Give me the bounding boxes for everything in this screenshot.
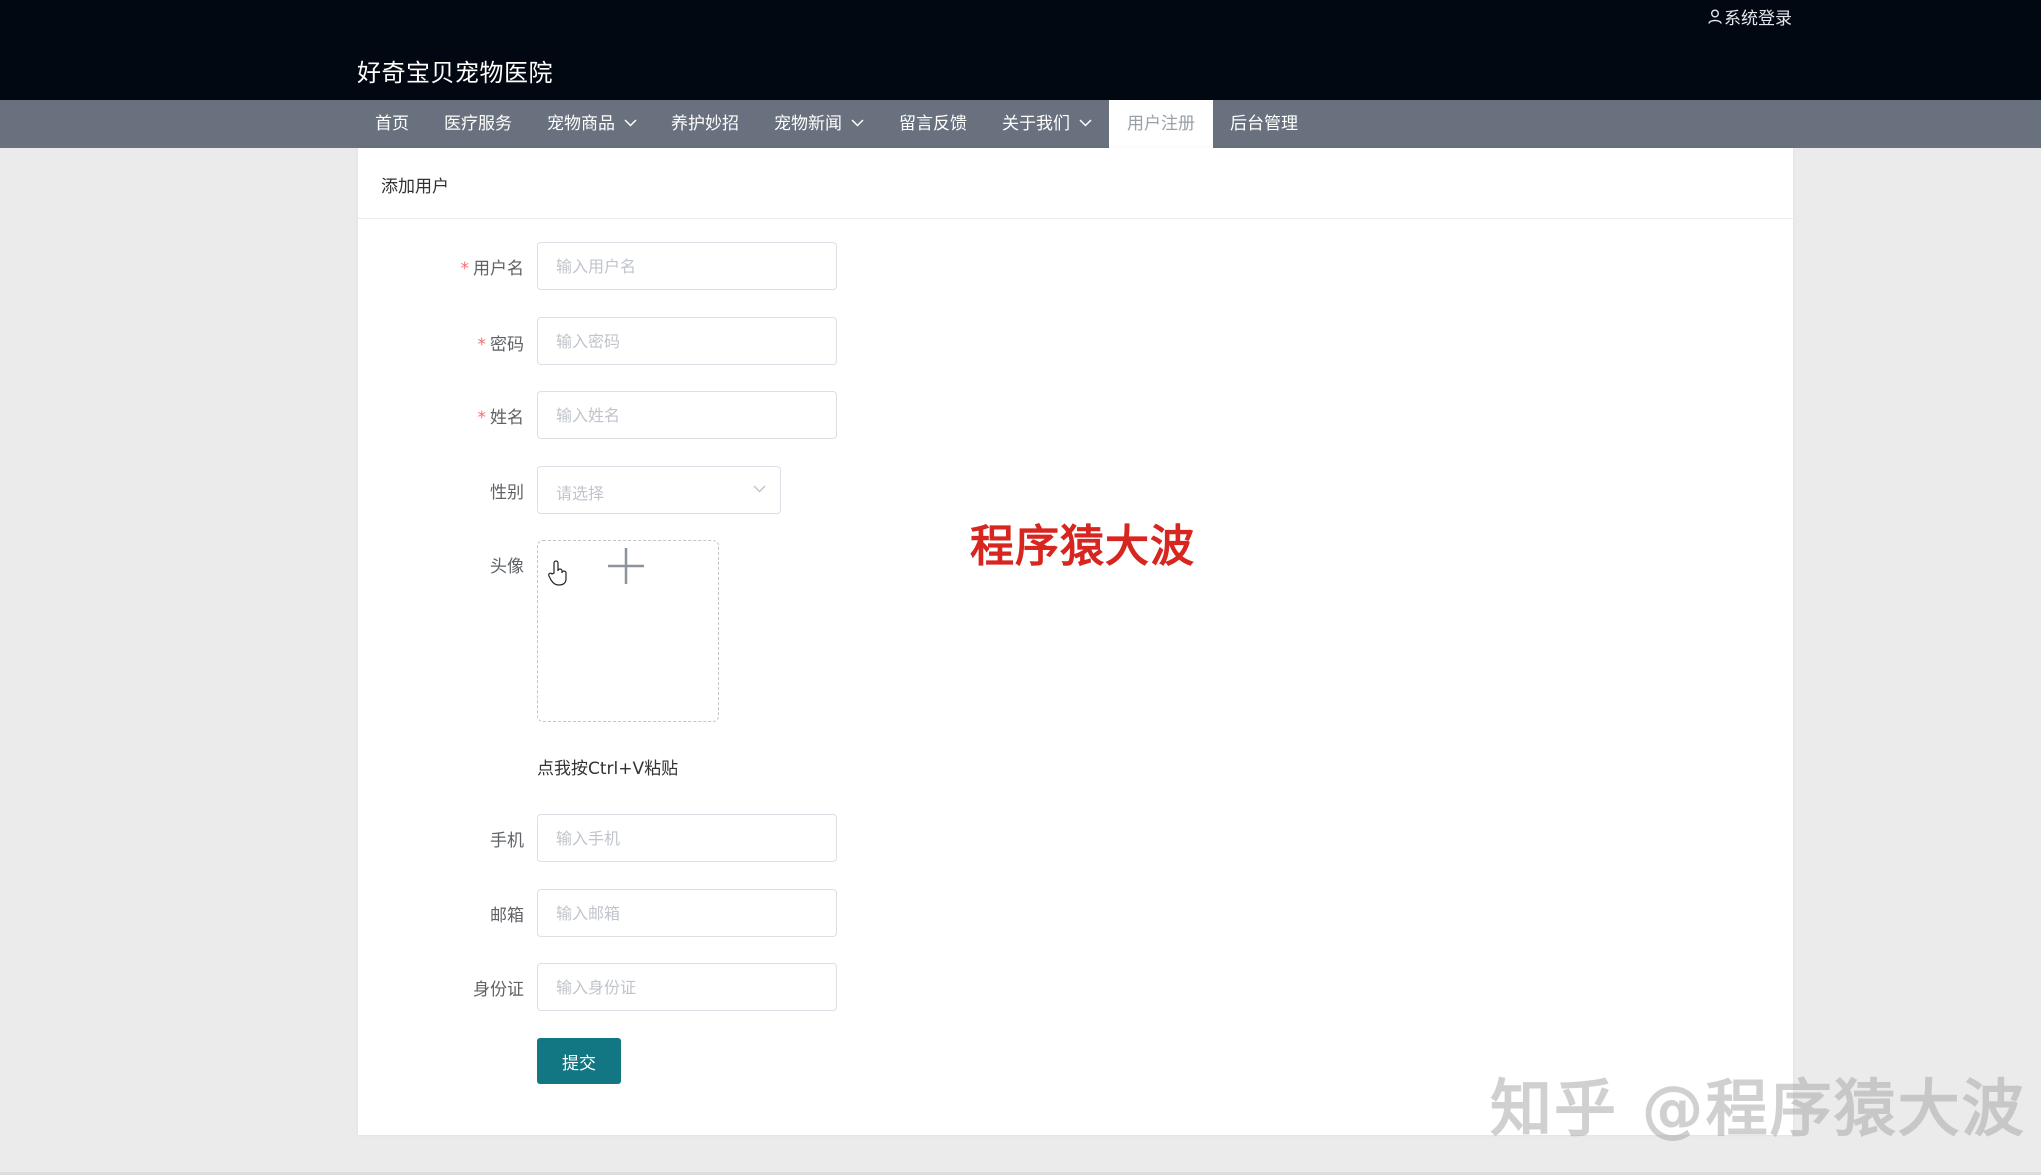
watermark-red-text: 程序猿大波 [970,521,1195,572]
avatar-label: 头像 [490,557,524,577]
nav-home[interactable]: 首页 [375,100,409,148]
nav-care-tips-label: 养护妙招 [671,114,739,134]
name-label-text: 姓名 [490,408,524,428]
card-title: 添加用户 [381,177,449,197]
password-label: * 密码 [364,330,525,355]
gender-select-placeholder: 请选择 [556,484,605,503]
username-label-text: 用户名 [473,259,524,279]
paste-hint[interactable]: 点我按Ctrl+V粘贴 [537,754,678,779]
email-input[interactable] [537,889,837,937]
nav-care-tips[interactable]: 养护妙招 [671,100,739,148]
chevron-down-icon [753,485,766,493]
nav-about-us[interactable]: 关于我们 [1002,100,1092,148]
nav-feedback-label: 留言反馈 [899,114,967,134]
hand-cursor-icon [548,560,567,586]
name-label: * 姓名 [364,403,525,428]
main-nav: 首页 医疗服务 宠物商品 养护妙招 宠物新闻 留言反馈 关于我们 用户注册 后台… [0,100,2041,148]
chevron-down-icon [851,118,864,127]
email-label: 邮箱 [490,906,524,926]
chevron-down-icon [1079,118,1092,127]
nav-admin-label: 后台管理 [1230,114,1298,134]
username-label: * 用户名 [364,254,525,279]
user-icon [1708,9,1722,24]
nav-admin[interactable]: 后台管理 [1230,100,1298,148]
password-label-text: 密码 [490,335,524,355]
card-header: 添加用户 [358,148,1793,219]
required-mark: * [460,259,470,279]
phone-label: 手机 [490,831,524,851]
password-input[interactable] [537,317,837,365]
nav-about-us-label: 关于我们 [1002,114,1070,134]
required-mark: * [477,335,487,355]
site-title: 好奇宝贝宠物医院 [357,59,553,87]
nav-user-register-label: 用户注册 [1127,114,1195,134]
username-input[interactable] [537,242,837,290]
gender-label: 性别 [490,483,524,503]
system-login-link[interactable]: 系统登录 [1708,4,1792,29]
phone-input[interactable] [537,814,837,862]
nav-user-register[interactable]: 用户注册 [1109,100,1213,148]
name-input[interactable] [537,391,837,439]
idcard-input[interactable] [537,963,837,1011]
nav-pet-products[interactable]: 宠物商品 [547,100,637,148]
nav-pet-news[interactable]: 宠物新闻 [774,100,864,148]
nav-pet-news-label: 宠物新闻 [774,114,842,134]
gender-select[interactable]: 请选择 [537,466,781,514]
nav-medical-services-label: 医疗服务 [444,114,512,134]
idcard-label: 身份证 [473,980,524,1000]
required-mark: * [477,408,487,428]
top-header: 好奇宝贝宠物医院 系统登录 [0,0,2041,100]
nav-medical-services[interactable]: 医疗服务 [444,100,512,148]
nav-home-label: 首页 [375,114,409,134]
login-label: 系统登录 [1724,9,1792,29]
plus-icon [608,548,644,584]
watermark-zhihu: 知乎 @程序猿大波 [1490,1072,2026,1145]
nav-pet-products-label: 宠物商品 [547,114,615,134]
submit-button[interactable]: 提交 [537,1038,621,1084]
chevron-down-icon [624,118,637,127]
nav-feedback[interactable]: 留言反馈 [899,100,967,148]
